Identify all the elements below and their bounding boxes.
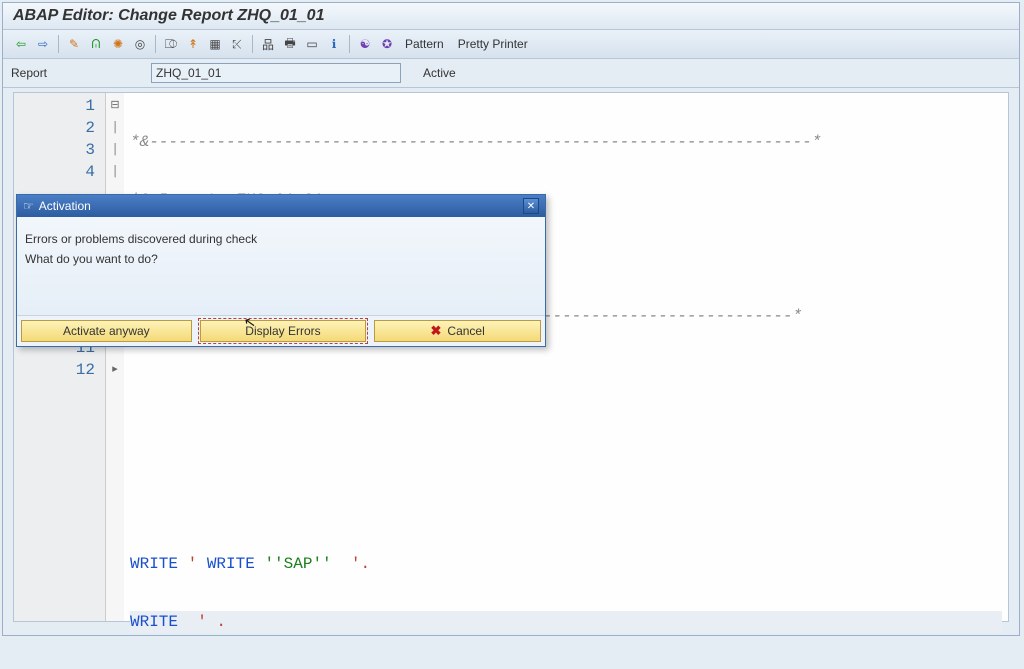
- dialog-titlebar: ☞ Activation ✕: [17, 195, 545, 217]
- pattern-button[interactable]: Pattern: [399, 35, 450, 53]
- other-object-icon[interactable]: ᕬ: [86, 34, 106, 54]
- cancel-button[interactable]: ✖ Cancel: [374, 320, 541, 342]
- dialog-buttons: Activate anyway Display Errors ✖ Cancel: [17, 315, 545, 346]
- where-used-icon[interactable]: ↟: [183, 34, 203, 54]
- subheader: Report Active: [3, 59, 1019, 88]
- line-number: 3: [14, 139, 101, 161]
- line-number: 4: [14, 161, 101, 183]
- line-number: 2: [14, 117, 101, 139]
- check-icon[interactable]: ✺: [108, 34, 128, 54]
- end-marker-icon: ▸: [108, 359, 122, 381]
- code-area[interactable]: *&--------------------------------------…: [124, 93, 1008, 621]
- line-number: 12: [14, 359, 101, 381]
- separator: [349, 35, 350, 53]
- line-number: 1: [14, 95, 101, 117]
- breakpoint-icon[interactable]: ☯: [355, 34, 375, 54]
- activate-icon[interactable]: ◎: [130, 34, 150, 54]
- fold-collapse-icon[interactable]: ⊟: [108, 95, 122, 117]
- activation-dialog: ☞ Activation ✕ Errors or problems discov…: [16, 194, 546, 347]
- navigation-icon[interactable]: ⤪: [227, 34, 247, 54]
- status-label: Active: [423, 66, 456, 80]
- dialog-line1: Errors or problems discovered during che…: [25, 229, 537, 249]
- dialog-icon: ☞: [23, 199, 34, 213]
- cancel-x-icon: ✖: [431, 323, 442, 339]
- dialog-title: Activation: [39, 199, 91, 213]
- line-number-gutter: 1 2 3 4 11 12: [14, 93, 106, 621]
- display-object-list-icon[interactable]: ▦: [205, 34, 225, 54]
- direct-processing-icon[interactable]: ⎄: [161, 34, 181, 54]
- help-icon[interactable]: ℹ: [324, 34, 344, 54]
- nav-back-icon[interactable]: ⇦: [11, 34, 31, 54]
- close-icon[interactable]: ✕: [523, 198, 539, 214]
- code-editor[interactable]: 1 2 3 4 11 12 ⊟ │ │ │ ▸ *&--------------…: [13, 92, 1009, 622]
- separator: [252, 35, 253, 53]
- fullscreen-icon[interactable]: ▭: [302, 34, 322, 54]
- main-toolbar: ⇦ ⇨ ✎ ᕬ ✺ ◎ ⎄ ↟ ▦ ⤪ 品 🖶 ▭ ℹ ☯ ✪ Pattern …: [3, 30, 1019, 59]
- separator: [58, 35, 59, 53]
- dialog-body: Errors or problems discovered during che…: [17, 217, 545, 315]
- breakpoint2-icon[interactable]: ✪: [377, 34, 397, 54]
- report-label: Report: [11, 66, 141, 80]
- separator: [155, 35, 156, 53]
- nav-forward-icon[interactable]: ⇨: [33, 34, 53, 54]
- report-name-input[interactable]: [151, 63, 401, 83]
- activate-anyway-button[interactable]: Activate anyway: [21, 320, 192, 342]
- page-title: ABAP Editor: Change Report ZHQ_01_01: [3, 3, 1019, 30]
- pretty-printer-button[interactable]: Pretty Printer: [452, 35, 534, 53]
- display-errors-button[interactable]: Display Errors: [200, 320, 367, 342]
- display-change-icon[interactable]: ✎: [64, 34, 84, 54]
- dialog-line2: What do you want to do?: [25, 249, 537, 269]
- fold-column: ⊟ │ │ │ ▸: [106, 93, 124, 621]
- hierarchy-icon[interactable]: 品: [258, 34, 278, 54]
- print-icon[interactable]: 🖶: [280, 34, 300, 54]
